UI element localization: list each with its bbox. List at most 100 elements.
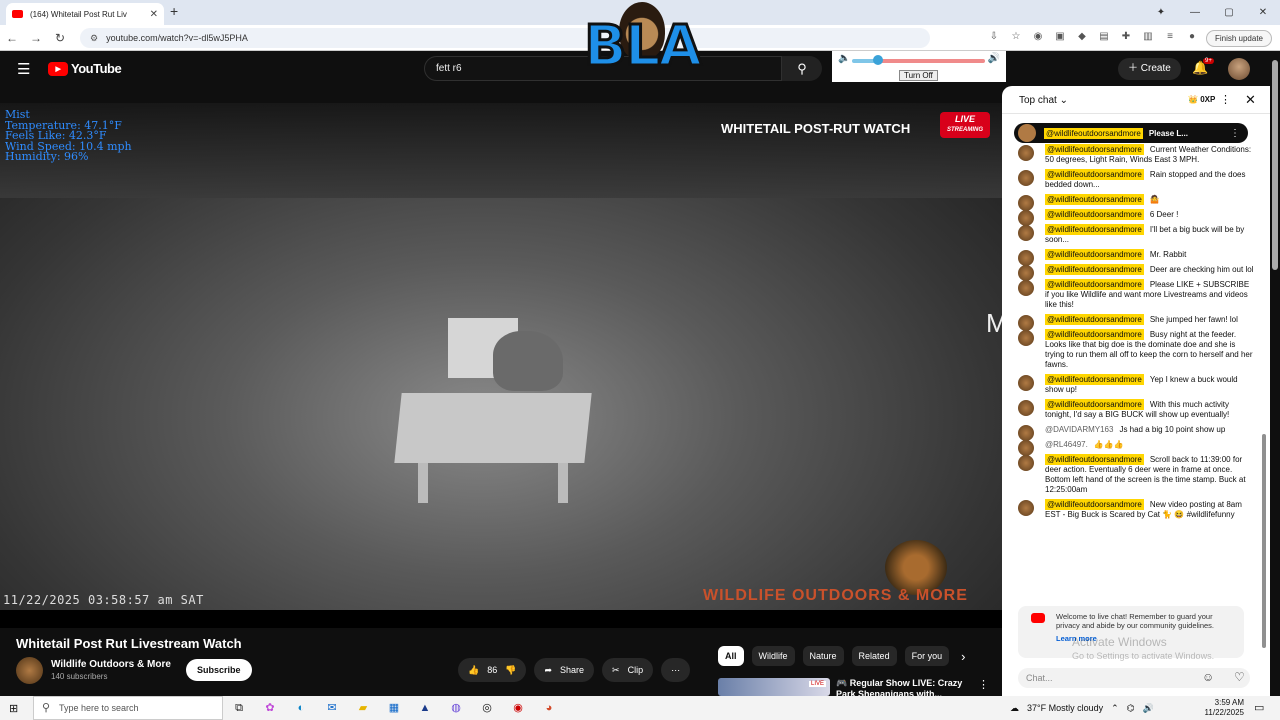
chat-message[interactable]: @wildlifeoutdoorsandmore I'll bet a big b… — [1002, 224, 1262, 249]
chip-related[interactable]: Related — [851, 646, 897, 666]
chat-message[interactable]: @wildlifeoutdoorsandmore Please LIKE + SU… — [1002, 279, 1262, 314]
chat-message-list[interactable]: @wildlifeoutdoorsandmore Current Weather … — [1002, 144, 1262, 599]
install-icon[interactable]: ⇩ — [986, 29, 1002, 45]
video-player[interactable]: Mist Temperature: 47.1°F Feels Like: 42.… — [0, 103, 1002, 610]
weather-icon[interactable]: ☁ — [1010, 703, 1019, 714]
windows-start-icon[interactable]: ⊞ — [9, 702, 18, 715]
menu-icon[interactable]: ☰ — [17, 60, 30, 78]
notification-icon[interactable]: ▭ — [1254, 701, 1264, 714]
page-scrollbar[interactable] — [1272, 60, 1278, 270]
avatar[interactable] — [1018, 400, 1034, 416]
chip-wildlife[interactable]: Wildlife — [751, 646, 795, 666]
close-chat-icon[interactable]: ✕ — [1245, 92, 1256, 108]
recommended-thumbnail[interactable]: LIVE — [718, 678, 830, 696]
search-icon[interactable]: ⚲ — [782, 56, 822, 81]
chip-nature[interactable]: Nature — [802, 646, 844, 666]
site-info-icon[interactable]: ⚙ — [90, 33, 98, 44]
chat-author[interactable]: @wildlifeoutdoorsandmore — [1045, 454, 1144, 465]
chevron-up-icon[interactable]: ⌃ — [1111, 703, 1119, 714]
chat-message[interactable]: @wildlifeoutdoorsandmore Mr. Rabbit — [1002, 249, 1262, 266]
create-button[interactable]: ＋ Create — [1118, 58, 1181, 80]
chip-for-you[interactable]: For you — [904, 646, 950, 666]
extension-icon[interactable]: ▣ — [1052, 29, 1068, 45]
youtube-logo[interactable]: ▶ YouTube — [48, 61, 122, 76]
finish-update-button[interactable]: Finish update — [1205, 30, 1272, 47]
emoji-icon[interactable]: ☺ — [1202, 670, 1214, 684]
chrome-icon[interactable]: ◕ — [540, 699, 558, 717]
chat-author[interactable]: @wildlifeoutdoorsandmore — [1045, 499, 1144, 510]
extensions-icon[interactable]: ✦ — [1144, 7, 1178, 18]
maximize-button[interactable]: ▢ — [1212, 7, 1246, 18]
sidebar-icon[interactable]: ▥ — [1140, 29, 1156, 45]
chat-message[interactable]: @wildlifeoutdoorsandmore New video postin… — [1002, 499, 1262, 524]
chat-message[interactable]: @wildlifeoutdoorsandmore She jumped her f… — [1002, 314, 1262, 331]
app-icon[interactable]: ◍ — [447, 699, 465, 717]
share-button[interactable]: ➦ Share — [534, 658, 595, 682]
chevron-right-icon[interactable]: › — [961, 649, 965, 664]
chat-author[interactable]: @wildlifeoutdoorsandmore — [1045, 194, 1144, 205]
pinned-message[interactable]: @wildlifeoutdoorsandmore Please L... ⋮ — [1014, 123, 1248, 143]
chat-author[interactable]: @wildlifeoutdoorsandmore — [1045, 329, 1144, 340]
app-icon[interactable]: ◉ — [509, 699, 527, 717]
app-icon[interactable]: ▲ — [416, 699, 434, 717]
chat-author[interactable]: @wildlifeoutdoorsandmore — [1045, 249, 1144, 260]
clip-button[interactable]: ✂ Clip — [602, 658, 654, 682]
taskbar-weather[interactable]: 37°F Mostly cloudy — [1027, 703, 1103, 713]
volume-slider[interactable] — [852, 59, 985, 63]
thumbs-up-icon[interactable]: 👍 — [468, 665, 479, 676]
speaker-loud-icon[interactable]: 🔊 — [988, 53, 1000, 64]
address-bar[interactable]: ⚙ youtube.com/watch?v=-dl5wJ5PHA — [80, 28, 930, 48]
taskbar-search-input[interactable]: ⚲ Type here to search — [33, 696, 223, 720]
kebab-menu-icon[interactable]: ⋮ — [978, 678, 989, 691]
obs-icon[interactable]: ◎ — [478, 699, 496, 717]
recommended-video[interactable]: LIVE 🎮 Regular Show LIVE: Crazy Park She… — [718, 678, 989, 699]
chat-more-icon[interactable]: ⋮ — [1220, 93, 1231, 106]
puzzle-icon[interactable]: ✚ — [1118, 29, 1134, 45]
system-clock[interactable]: 3:59 AM 11/22/2025 — [1200, 698, 1244, 718]
chat-message[interactable]: @wildlifeoutdoorsandmore Deer are checkin… — [1002, 264, 1262, 281]
network-icon[interactable]: ⌬ — [1127, 703, 1135, 714]
avatar[interactable] — [1018, 280, 1034, 296]
reload-icon[interactable]: ↻ — [48, 31, 72, 45]
chat-author[interactable]: @wildlifeoutdoorsandmore — [1045, 374, 1144, 385]
chat-author[interactable]: @wildlifeoutdoorsandmore — [1045, 399, 1144, 410]
extension-icon[interactable]: ▤ — [1096, 29, 1112, 45]
speaker-mute-icon[interactable]: 🔈 — [838, 53, 850, 64]
chat-message[interactable]: @wildlifeoutdoorsandmore Busy night at th… — [1002, 329, 1262, 374]
bookmark-star-icon[interactable]: ☆ — [1008, 29, 1024, 45]
volume-icon[interactable]: 🔊 — [1143, 703, 1154, 714]
subscribe-button[interactable]: Subscribe — [186, 659, 252, 681]
chat-author[interactable]: @wildlifeoutdoorsandmore — [1045, 314, 1144, 325]
avatar[interactable] — [1018, 455, 1034, 471]
avatar[interactable] — [1018, 375, 1034, 391]
media-icon[interactable]: ≡ — [1162, 29, 1178, 45]
edge-icon[interactable]: ◐ — [292, 699, 310, 717]
chat-message[interactable]: @wildlifeoutdoorsandmore 🤷 — [1002, 194, 1262, 211]
chat-message[interactable]: @DAVIDARMY163 Js had a big 10 point show … — [1002, 424, 1262, 441]
chip-all[interactable]: All — [718, 646, 744, 666]
chat-author[interactable]: @wildlifeoutdoorsandmore — [1045, 209, 1144, 220]
more-actions-button[interactable]: ⋯ — [661, 658, 691, 682]
chat-message[interactable]: @RL46497. 👍👍👍 — [1002, 439, 1262, 456]
file-explorer-icon[interactable]: ▰ — [354, 699, 372, 717]
extension-icon[interactable]: ◆ — [1074, 29, 1090, 45]
chat-author[interactable]: @wildlifeoutdoorsandmore — [1045, 144, 1144, 155]
channel-name[interactable]: Wildlife Outdoors & More — [51, 659, 171, 670]
channel-avatar[interactable] — [16, 657, 43, 684]
top-chat-dropdown[interactable]: Top chat ⌄ — [1019, 95, 1068, 106]
forward-arrow-icon[interactable]: → — [24, 31, 48, 45]
copilot-icon[interactable]: ✿ — [261, 699, 279, 717]
chat-scrollbar[interactable] — [1262, 434, 1266, 648]
xp-badge[interactable]: 👑 0XP — [1188, 95, 1215, 104]
volume-slider-handle[interactable] — [873, 55, 883, 65]
chat-message[interactable]: @wildlifeoutdoorsandmore 6 Deer ! — [1002, 209, 1262, 226]
task-view-icon[interactable]: ⧉ — [230, 699, 248, 717]
chat-author[interactable]: @wildlifeoutdoorsandmore — [1045, 224, 1144, 235]
minimize-button[interactable]: — — [1178, 7, 1212, 18]
chat-message[interactable]: @wildlifeoutdoorsandmore Scroll back to 1… — [1002, 454, 1262, 499]
like-count[interactable]: 86 — [487, 665, 497, 675]
chat-author[interactable]: @DAVIDARMY163 — [1045, 425, 1113, 434]
store-icon[interactable]: ▦ — [385, 699, 403, 717]
chat-author[interactable]: @RL46497. — [1045, 440, 1088, 449]
chat-message[interactable]: @wildlifeoutdoorsandmore Rain stopped and… — [1002, 169, 1262, 194]
